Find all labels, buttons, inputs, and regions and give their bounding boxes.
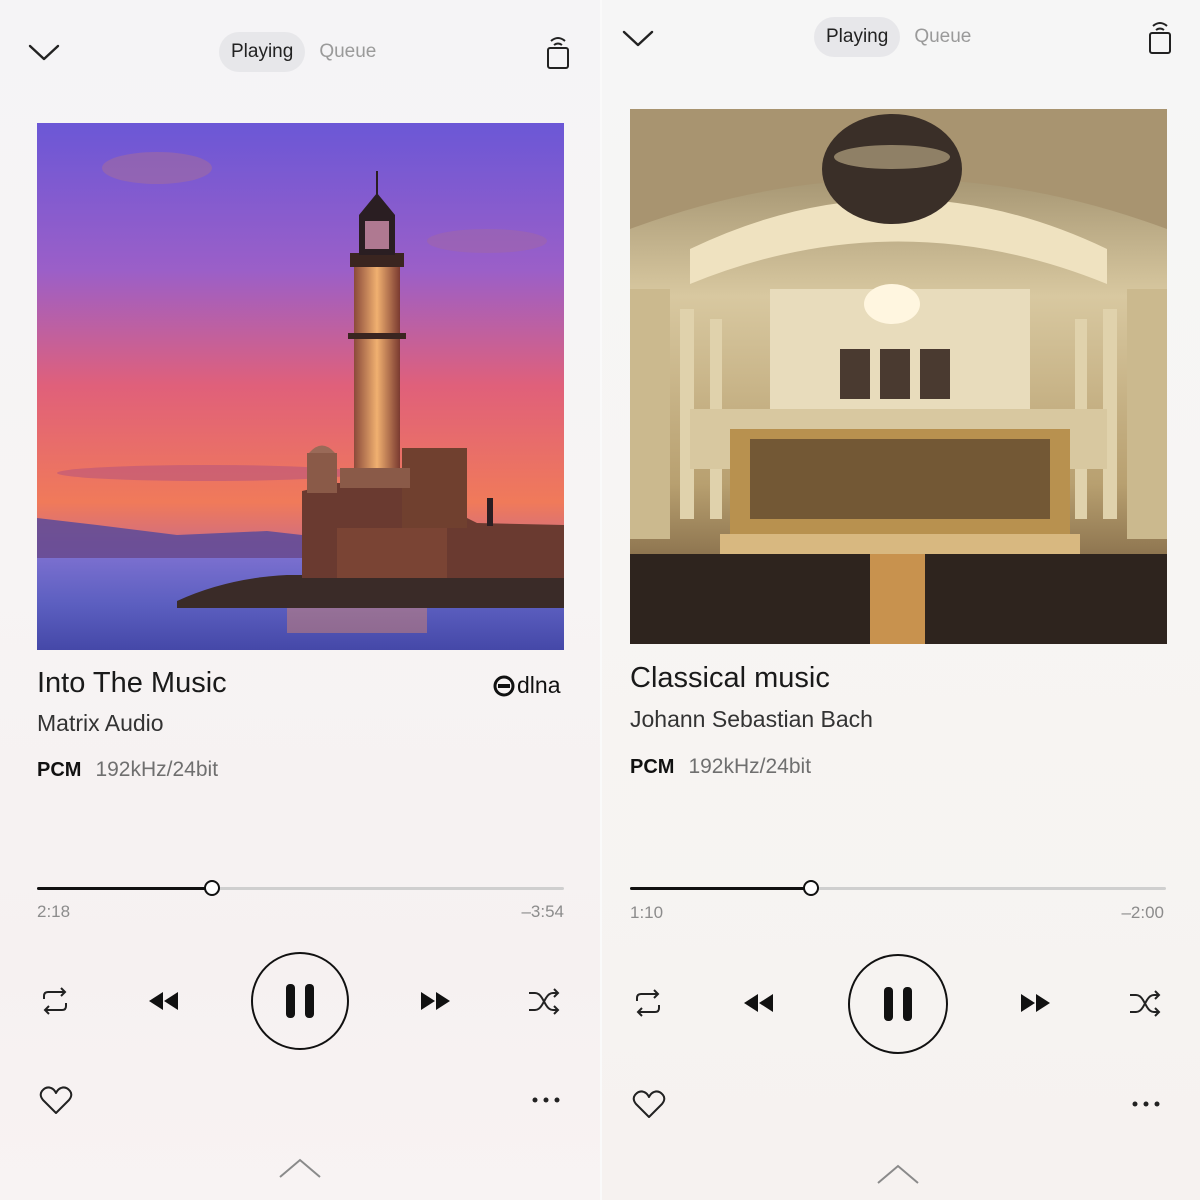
repeat-icon[interactable] — [35, 982, 75, 1020]
pause-icon — [884, 987, 912, 1021]
player-screen-left: Playing Queue Into The Music dlna Matrix… — [0, 0, 600, 1200]
remaining-time: –2:00 — [1121, 903, 1164, 922]
dlna-badge: dlna — [493, 672, 560, 699]
chevron-down-icon[interactable] — [616, 22, 660, 56]
quality-label: 192kHz/24bit — [95, 758, 219, 781]
tab-bar: Playing Queue — [814, 17, 977, 57]
heart-icon[interactable] — [629, 1086, 669, 1122]
track-artist: Matrix Audio — [37, 710, 164, 736]
tab-playing[interactable]: Playing — [219, 32, 306, 72]
progress-bar[interactable] — [37, 880, 564, 896]
remote-device-icon[interactable] — [540, 32, 576, 72]
elapsed-time: 2:18 — [37, 902, 71, 921]
fast-forward-icon[interactable] — [1016, 987, 1056, 1019]
quality-label: 192kHz/24bit — [688, 755, 812, 778]
rewind-icon[interactable] — [738, 987, 778, 1019]
elapsed-time: 1:10 — [630, 903, 664, 922]
progress-fill — [630, 887, 812, 890]
format-row: PCM 192kHz/24bit — [37, 758, 218, 782]
progress-knob[interactable] — [803, 880, 820, 896]
shuffle-icon[interactable] — [1124, 985, 1166, 1021]
track-title: Into The Music — [37, 667, 227, 699]
format-label: PCM — [630, 756, 675, 778]
player-screen-right: Playing Queue Classical music Johann Seb… — [600, 0, 1200, 1200]
chevron-up-icon[interactable] — [276, 1154, 324, 1182]
track-title: Classical music — [630, 662, 830, 694]
repeat-icon[interactable] — [628, 984, 668, 1022]
remaining-time: –3:54 — [521, 902, 564, 921]
pause-button[interactable] — [251, 952, 349, 1050]
more-icon[interactable] — [526, 1088, 566, 1112]
format-row: PCM 192kHz/24bit — [630, 755, 811, 779]
rewind-icon[interactable] — [143, 985, 183, 1017]
chevron-down-icon[interactable] — [22, 36, 66, 70]
format-label: PCM — [37, 759, 82, 781]
album-artwork — [37, 123, 564, 650]
tab-queue[interactable]: Queue — [313, 32, 382, 72]
dlna-label: dlna — [517, 672, 561, 698]
remote-device-icon[interactable] — [1142, 17, 1178, 57]
pause-button[interactable] — [848, 954, 948, 1054]
track-artist: Johann Sebastian Bach — [630, 706, 873, 732]
album-artwork — [630, 109, 1167, 644]
tab-bar: Playing Queue — [219, 32, 382, 72]
dlna-logo-icon — [493, 675, 515, 696]
chevron-up-icon[interactable] — [874, 1160, 922, 1188]
progress-knob[interactable] — [204, 880, 221, 896]
tab-playing[interactable]: Playing — [814, 17, 901, 57]
fast-forward-icon[interactable] — [416, 985, 456, 1017]
more-icon[interactable] — [1126, 1092, 1166, 1116]
pause-icon — [286, 984, 314, 1018]
heart-icon[interactable] — [36, 1082, 76, 1118]
progress-fill — [37, 887, 213, 890]
shuffle-icon[interactable] — [523, 983, 565, 1019]
progress-bar[interactable] — [630, 880, 1166, 896]
tab-queue[interactable]: Queue — [908, 17, 977, 57]
